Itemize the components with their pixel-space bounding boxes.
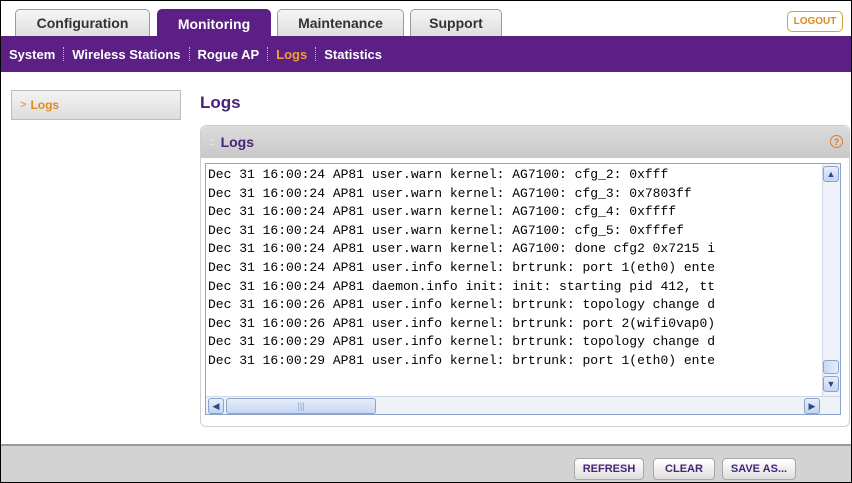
- log-line: Dec 31 16:00:29 AP81 user.info kernel: b…: [208, 334, 716, 350]
- help-icon[interactable]: ?: [830, 135, 843, 148]
- submenu-wireless-stations[interactable]: Wireless Stations: [72, 47, 180, 62]
- scroll-up-icon[interactable]: ▲: [823, 166, 839, 182]
- log-content: Dec 31 16:00:24 AP81 user.warn kernel: A…: [208, 166, 820, 392]
- monitoring-submenu: System Wireless Stations Rogue AP Logs S…: [1, 36, 851, 72]
- log-line: Dec 31 16:00:24 AP81 user.warn kernel: A…: [208, 167, 669, 182]
- save-as-button[interactable]: SAVE AS...: [722, 458, 796, 480]
- sidebar-item-label: Logs: [30, 98, 60, 112]
- tab-support[interactable]: Support: [410, 9, 502, 36]
- vertical-scrollbar[interactable]: ▲ ▼: [822, 164, 840, 396]
- scroll-right-icon[interactable]: ▶: [804, 398, 820, 414]
- log-line: Dec 31 16:00:24 AP81 user.warn kernel: A…: [208, 222, 684, 238]
- scroll-left-icon[interactable]: ◀: [208, 398, 224, 414]
- submenu-logs[interactable]: Logs: [276, 47, 307, 62]
- log-line: Dec 31 16:00:24 AP81 daemon.info init: i…: [208, 278, 716, 294]
- submenu-divider: [267, 47, 269, 61]
- footer-bar: REFRESH CLEAR SAVE AS...: [1, 444, 851, 482]
- tab-configuration[interactable]: Configuration: [15, 9, 150, 36]
- refresh-button[interactable]: REFRESH: [574, 458, 644, 480]
- tab-maintenance[interactable]: Maintenance: [277, 9, 404, 36]
- submenu-rogue-ap[interactable]: Rogue AP: [198, 47, 260, 62]
- log-line: Dec 31 16:00:24 AP81 user.warn kernel: A…: [208, 241, 716, 257]
- tab-monitoring[interactable]: Monitoring: [157, 9, 271, 37]
- log-line: Dec 31 16:00:24 AP81 user.warn kernel: A…: [208, 204, 677, 220]
- submenu-divider: [63, 47, 65, 61]
- horizontal-scrollbar[interactable]: ◀ ||| ▶: [206, 396, 840, 414]
- router-admin-window: Configuration Monitoring Maintenance Sup…: [0, 0, 852, 483]
- top-tab-bar: Configuration Monitoring Maintenance Sup…: [1, 1, 851, 37]
- vertical-scroll-thumb[interactable]: [823, 360, 839, 374]
- page-title: Logs: [200, 93, 241, 112]
- panel-header: :: Logs ?: [201, 126, 849, 158]
- submenu-divider: [315, 47, 317, 61]
- panel-title: Logs: [220, 134, 255, 150]
- log-line: Dec 31 16:00:29 AP81 user.info kernel: b…: [208, 352, 716, 368]
- scroll-down-icon[interactable]: ▼: [823, 376, 839, 392]
- submenu-statistics[interactable]: Statistics: [324, 47, 382, 62]
- clear-button[interactable]: CLEAR: [653, 458, 715, 480]
- logout-button[interactable]: LOGOUT: [787, 11, 843, 32]
- horizontal-scroll-thumb[interactable]: |||: [226, 398, 376, 414]
- grip-icon: ::: [209, 136, 215, 148]
- scroll-corner: [824, 398, 840, 414]
- log-line: Dec 31 16:00:26 AP81 user.info kernel: b…: [208, 315, 716, 331]
- log-line: Dec 31 16:00:24 AP81 user.info kernel: b…: [208, 259, 716, 275]
- submenu-divider: [188, 47, 190, 61]
- sidebar-item-logs[interactable]: > Logs: [11, 90, 181, 120]
- log-line: Dec 31 16:00:24 AP81 user.warn kernel: A…: [208, 185, 692, 201]
- log-line: Dec 31 16:00:26 AP81 user.info kernel: b…: [208, 297, 716, 313]
- submenu-system[interactable]: System: [9, 47, 55, 62]
- chevron-right-icon: >: [20, 99, 27, 111]
- log-textarea[interactable]: Dec 31 16:00:24 AP81 user.warn kernel: A…: [205, 163, 841, 415]
